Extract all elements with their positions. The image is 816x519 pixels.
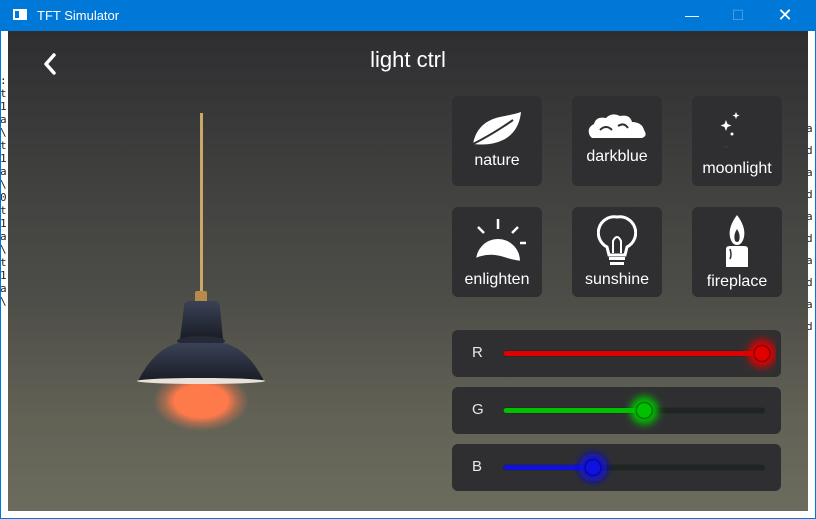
candle-icon <box>726 215 748 267</box>
minimize-button[interactable]: — <box>669 0 715 31</box>
sunrise-icon <box>470 219 526 261</box>
slider-red[interactable]: R <box>452 330 781 377</box>
slider-knob[interactable] <box>635 401 653 420</box>
slider-track[interactable] <box>492 444 776 491</box>
scene-label: fireplace <box>706 273 768 290</box>
app-screen: light ctrl nature darkblue moonlight enl… <box>8 31 808 511</box>
slider-knob[interactable] <box>584 458 602 477</box>
scene-button-moonlight[interactable]: moonlight <box>692 96 782 186</box>
bulb-icon <box>597 215 637 265</box>
scene-button-darkblue[interactable]: darkblue <box>572 96 662 186</box>
app-icon <box>13 9 27 20</box>
page-title: light ctrl <box>370 47 446 72</box>
channel-label: B <box>472 458 483 475</box>
scene-label: darkblue <box>586 148 648 165</box>
close-button[interactable]: ✕ <box>762 0 808 31</box>
leaf-icon <box>472 112 521 145</box>
slider-blue[interactable]: B <box>452 444 781 491</box>
channel-label: G <box>472 401 484 418</box>
window-title: TFT Simulator <box>37 8 120 23</box>
title-bar: TFT Simulator — ☐ ✕ <box>0 0 816 31</box>
slider-track[interactable] <box>492 387 776 434</box>
scene-button-nature[interactable]: nature <box>452 96 542 186</box>
scene-button-fireplace[interactable]: fireplace <box>692 207 782 297</box>
scene-label: sunshine <box>584 271 650 288</box>
slider-knob[interactable] <box>753 344 771 363</box>
scene-label: nature <box>474 152 520 169</box>
scene-label: moonlight <box>702 160 772 177</box>
slider-green[interactable]: G <box>452 387 781 434</box>
moon-icon <box>714 104 754 148</box>
slider-track[interactable] <box>492 330 776 377</box>
scene-label: enlighten <box>464 271 530 288</box>
maximize-button[interactable]: ☐ <box>715 0 761 31</box>
cloud-icon <box>588 114 646 138</box>
pendant-lamp-image <box>137 113 265 431</box>
scene-button-enlighten[interactable]: enlighten <box>452 207 542 297</box>
channel-label: R <box>472 344 483 361</box>
scene-button-sunshine[interactable]: sunshine <box>572 207 662 297</box>
